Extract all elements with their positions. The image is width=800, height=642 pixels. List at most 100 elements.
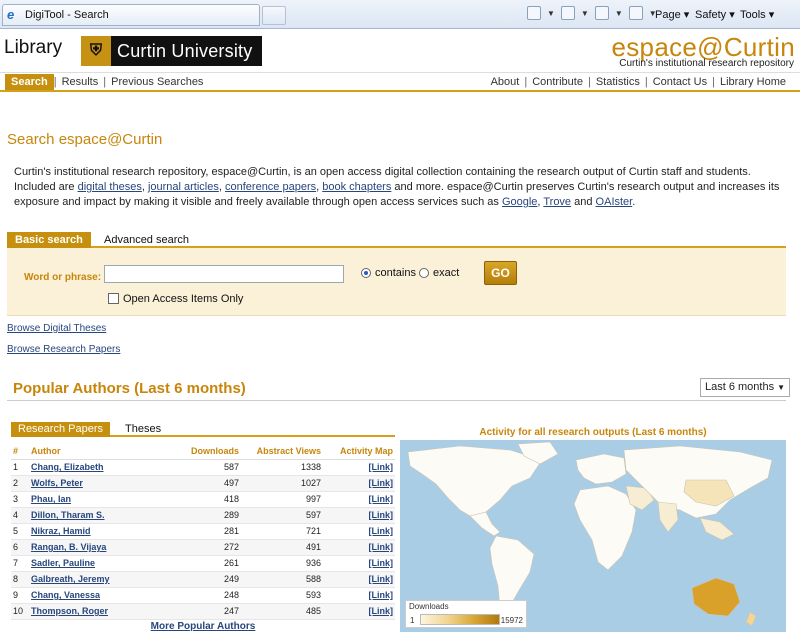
rank-cell: 7 (11, 555, 29, 572)
popular-authors-table: # Author Downloads Abstract Views Activi… (11, 443, 395, 620)
word-label: Word or phrase: (24, 272, 102, 283)
author-link[interactable]: Thompson, Roger (31, 606, 108, 616)
table-row: 10 Thompson, Roger 247 485 [Link] (11, 603, 395, 620)
nav-statistics[interactable]: Statistics (591, 76, 645, 88)
author-tabs: Research Papers Theses (11, 422, 395, 437)
downloads-cell: 587 (179, 459, 241, 476)
tab-advanced-search[interactable]: Advanced search (104, 234, 189, 246)
curtin-logo[interactable]: ⛨ Curtin University (81, 36, 262, 66)
author-link[interactable]: Galbreath, Jeremy (31, 574, 110, 584)
browse-digital-theses-link[interactable]: Browse Digital Theses (7, 323, 106, 334)
activity-map-link[interactable]: [Link] (369, 526, 394, 536)
link-oaister[interactable]: OAIster (596, 196, 633, 208)
author-link[interactable]: Phau, Ian (31, 494, 71, 504)
chevron-down-icon[interactable]: ▼ (581, 9, 589, 18)
library-label: Library (4, 37, 63, 58)
author-link[interactable]: Wolfs, Peter (31, 478, 83, 488)
link-journal-articles[interactable]: journal articles (148, 181, 219, 193)
author-cell: Sadler, Pauline (29, 555, 179, 572)
author-cell: Chang, Vanessa (29, 587, 179, 604)
abstract-views-cell: 1027 (241, 475, 323, 492)
abstract-views-cell: 721 (241, 523, 323, 540)
nav-results[interactable]: Results (57, 76, 104, 88)
tab-theses[interactable]: Theses (125, 423, 161, 435)
activity-map-link[interactable]: [Link] (369, 606, 394, 616)
downloads-cell: 247 (179, 603, 241, 620)
nav-contribute[interactable]: Contribute (527, 76, 588, 88)
site-subtitle: Curtin's institutional research reposito… (619, 58, 794, 69)
author-link[interactable]: Sadler, Pauline (31, 558, 95, 568)
table-row: 5 Nikraz, Hamid 281 721 [Link] (11, 523, 395, 540)
author-cell: Chang, Elizabeth (29, 459, 179, 476)
main-nav: Search | Results | Previous Searches Abo… (0, 73, 800, 92)
nav-search[interactable]: Search (5, 73, 54, 90)
tools-menu[interactable]: Tools ▾ (740, 8, 774, 21)
activity-map-link[interactable]: [Link] (369, 478, 394, 488)
author-link[interactable]: Dillon, Tharam S. (31, 510, 105, 520)
chevron-down-icon[interactable]: ▼ (547, 9, 555, 18)
downloads-cell: 497 (179, 475, 241, 492)
link-trove[interactable]: Trove (543, 196, 571, 208)
table-row: 1 Chang, Elizabeth 587 1338 [Link] (11, 459, 395, 476)
activity-map-link[interactable]: [Link] (369, 462, 394, 472)
table-row: 2 Wolfs, Peter 497 1027 [Link] (11, 475, 395, 492)
activity-map-link[interactable]: [Link] (369, 574, 394, 584)
activity-map-link[interactable]: [Link] (369, 510, 394, 520)
link-google[interactable]: Google (502, 196, 537, 208)
abstract-views-cell: 597 (241, 507, 323, 524)
link-digital-theses[interactable]: digital theses (78, 181, 142, 193)
chevron-down-icon[interactable]: ▼ (615, 9, 623, 18)
downloads-cell: 272 (179, 539, 241, 556)
university-name: Curtin University (117, 40, 253, 61)
browse-research-papers-link[interactable]: Browse Research Papers (7, 344, 120, 355)
contains-radio[interactable] (361, 268, 371, 278)
period-select[interactable]: Last 6 months ▼ (700, 378, 790, 397)
downloads-cell: 261 (179, 555, 241, 572)
open-access-checkbox[interactable] (108, 293, 119, 304)
page-title: Search espace@Curtin (7, 131, 163, 148)
nav-about[interactable]: About (486, 76, 525, 88)
abstract-views-cell: 588 (241, 571, 323, 588)
print-icon[interactable] (628, 6, 643, 20)
nav-library-home[interactable]: Library Home (715, 76, 791, 88)
author-cell: Nikraz, Hamid (29, 523, 179, 540)
browser-tab[interactable]: e DigiTool - Search (2, 4, 260, 26)
link-book-chapters[interactable]: book chapters (322, 181, 391, 193)
contains-label: contains (375, 267, 416, 279)
author-link[interactable]: Chang, Vanessa (31, 590, 100, 600)
australia (691, 577, 741, 617)
exact-radio[interactable] (419, 268, 429, 278)
page-menu[interactable]: Page ▾ (655, 8, 689, 21)
feeds-icon[interactable] (560, 6, 575, 20)
link-conference-papers[interactable]: conference papers (225, 181, 316, 193)
activity-map-link[interactable]: [Link] (369, 494, 394, 504)
search-panel: Word or phrase: contains exact GO Open A… (7, 248, 786, 316)
activity-map-cell: [Link] (323, 603, 395, 620)
home-icon[interactable] (527, 6, 541, 20)
tab-basic-search[interactable]: Basic search (7, 232, 91, 248)
north-america (407, 445, 543, 517)
activity-map-link[interactable]: [Link] (369, 558, 394, 568)
activity-map-link[interactable]: [Link] (369, 590, 394, 600)
browser-tab-title: DigiTool - Search (25, 9, 109, 21)
author-cell: Wolfs, Peter (29, 475, 179, 492)
author-link[interactable]: Rangan, B. Vijaya (31, 542, 106, 552)
tab-research-papers[interactable]: Research Papers (11, 422, 110, 437)
nav-previous-searches[interactable]: Previous Searches (106, 76, 208, 88)
search-input[interactable] (104, 265, 344, 283)
author-link[interactable]: Nikraz, Hamid (31, 526, 91, 536)
mail-icon[interactable] (594, 6, 609, 20)
author-link[interactable]: Chang, Elizabeth (31, 462, 104, 472)
new-tab-button[interactable] (262, 6, 286, 25)
more-popular-authors-link[interactable]: More Popular Authors (11, 621, 395, 632)
go-button[interactable]: GO (484, 261, 517, 285)
intro-text: Curtin's institutional research reposito… (14, 166, 780, 208)
author-cell: Thompson, Roger (29, 603, 179, 620)
table-row: 7 Sadler, Pauline 261 936 [Link] (11, 555, 395, 572)
shield-icon: ⛨ (81, 36, 111, 66)
abstract-views-cell: 1338 (241, 459, 323, 476)
safety-menu[interactable]: Safety ▾ (695, 8, 735, 21)
author-cell: Rangan, B. Vijaya (29, 539, 179, 556)
activity-map-link[interactable]: [Link] (369, 542, 394, 552)
nav-contact-us[interactable]: Contact Us (648, 76, 712, 88)
